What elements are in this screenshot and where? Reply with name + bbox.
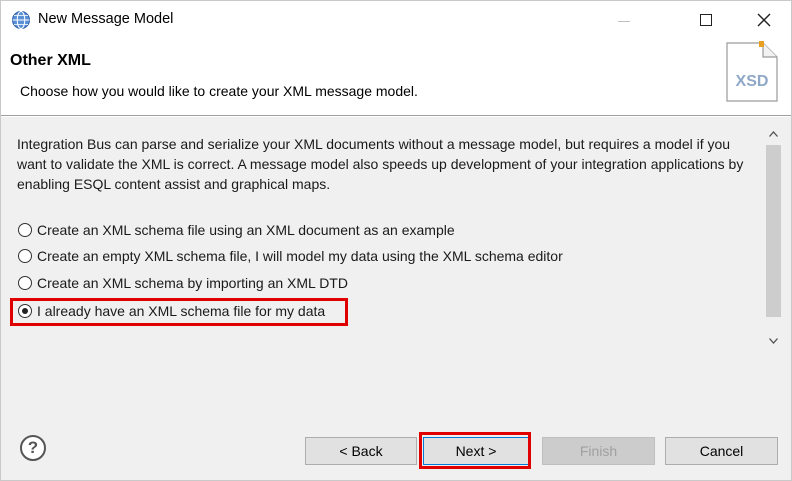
option-label: Create an XML schema by importing an XML…: [37, 275, 348, 291]
scroll-thumb[interactable]: [766, 145, 781, 317]
page-description: Choose how you would like to create your…: [20, 83, 418, 99]
option-import-dtd[interactable]: Create an XML schema by importing an XML…: [18, 272, 348, 294]
scroll-down-button[interactable]: [765, 332, 782, 349]
dialog-window: New Message Model Other XML Choose how y…: [0, 0, 792, 481]
radio-button[interactable]: [18, 276, 32, 290]
maximize-button[interactable]: [683, 1, 729, 39]
wizard-header: Other XML Choose how you would like to c…: [1, 39, 791, 115]
wizard-content: Integration Bus can parse and serialize …: [1, 117, 791, 407]
scroll-up-button[interactable]: [765, 125, 782, 142]
window-title: New Message Model: [38, 11, 174, 27]
xsd-file-icon: XSD: [726, 41, 778, 102]
option-example-document[interactable]: Create an XML schema file using an XML d…: [18, 219, 455, 241]
chevron-down-icon: [769, 337, 778, 344]
option-empty-schema[interactable]: Create an empty XML schema file, I will …: [18, 245, 563, 267]
chevron-up-icon: [769, 130, 778, 137]
close-button[interactable]: [741, 1, 787, 39]
close-icon: [757, 13, 771, 27]
minimize-button[interactable]: [601, 1, 647, 39]
next-highlight: [419, 432, 531, 469]
help-icon[interactable]: ?: [20, 435, 46, 461]
vertical-scrollbar[interactable]: [765, 125, 782, 355]
intro-text: Integration Bus can parse and serialize …: [17, 136, 744, 192]
maximize-icon: [700, 14, 712, 26]
wizard-footer: ? < Back Next > Finish Cancel: [1, 407, 791, 480]
minimize-icon: [618, 20, 630, 22]
finish-button: Finish: [542, 437, 655, 465]
selection-highlight: [10, 298, 348, 326]
back-button[interactable]: < Back: [305, 437, 417, 465]
option-label: Create an XML schema file using an XML d…: [37, 222, 455, 238]
cancel-button[interactable]: Cancel: [665, 437, 778, 465]
radio-button[interactable]: [18, 223, 32, 237]
page-title: Other XML: [10, 52, 91, 69]
globe-icon: [12, 11, 30, 29]
xsd-icon-label: XSD: [736, 73, 769, 90]
option-label: Create an empty XML schema file, I will …: [37, 248, 563, 264]
title-bar[interactable]: New Message Model: [1, 1, 791, 39]
radio-button[interactable]: [18, 249, 32, 263]
